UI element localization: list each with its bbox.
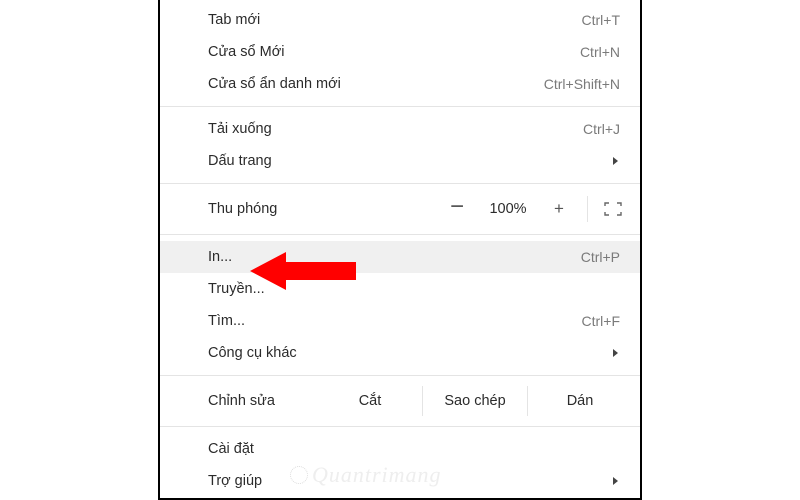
menu-item-help[interactable]: Trợ giúp: [160, 465, 640, 497]
menu-separator: [160, 234, 640, 235]
menu-separator: [160, 426, 640, 427]
browser-main-menu: Tab mới Ctrl+T Cửa sổ Mới Ctrl+N Cửa sổ …: [158, 0, 642, 500]
menu-item-label: Công cụ khác: [208, 345, 297, 361]
menu-item-shortcut: Ctrl+Shift+N: [544, 76, 620, 92]
menu-item-label: Cửa sổ ẩn danh mới: [208, 76, 341, 92]
zoom-in-button[interactable]: +: [537, 194, 581, 224]
menu-item-shortcut: Ctrl+F: [582, 313, 621, 329]
fullscreen-icon: [604, 202, 622, 216]
menu-item-label: Dấu trang: [208, 153, 272, 169]
edit-cut-button[interactable]: Cắt: [318, 386, 422, 416]
menu-separator: [160, 183, 640, 184]
menu-item-downloads[interactable]: Tải xuống Ctrl+J: [160, 113, 640, 145]
menu-item-more-tools[interactable]: Công cụ khác: [160, 337, 640, 369]
menu-item-bookmarks[interactable]: Dấu trang: [160, 145, 640, 177]
zoom-value: 100%: [479, 201, 537, 217]
menu-item-label: Cài đặt: [208, 441, 254, 457]
menu-item-label: Chỉnh sửa: [208, 393, 318, 409]
menu-item-shortcut: Ctrl+T: [582, 12, 621, 28]
menu-item-shortcut: Ctrl+P: [581, 249, 620, 265]
menu-item-label: In...: [208, 249, 232, 265]
menu-item-label: Trợ giúp: [208, 473, 262, 489]
menu-item-zoom: Thu phóng − 100% +: [160, 190, 640, 228]
menu-item-label: Tìm...: [208, 313, 245, 329]
menu-item-label: Tab mới: [208, 12, 260, 28]
zoom-controls: − 100% +: [435, 194, 632, 224]
menu-item-label: Tải xuống: [208, 121, 272, 137]
divider: [587, 196, 588, 222]
menu-item-label: Thu phóng: [208, 201, 435, 217]
menu-item-edit: Chỉnh sửa Cắt Sao chép Dán: [160, 382, 640, 420]
menu-item-label: Cửa sổ Mới: [208, 44, 284, 60]
menu-separator: [160, 375, 640, 376]
zoom-out-button[interactable]: −: [435, 192, 479, 222]
submenu-arrow-icon: [613, 157, 618, 165]
menu-item-settings[interactable]: Cài đặt: [160, 433, 640, 465]
edit-copy-button[interactable]: Sao chép: [422, 386, 527, 416]
submenu-arrow-icon: [613, 477, 618, 485]
edit-paste-button[interactable]: Dán: [527, 386, 632, 416]
menu-item-shortcut: Ctrl+J: [583, 121, 620, 137]
menu-item-incognito[interactable]: Cửa sổ ẩn danh mới Ctrl+Shift+N: [160, 68, 640, 100]
menu-item-new-tab[interactable]: Tab mới Ctrl+T: [160, 4, 640, 36]
menu-item-print[interactable]: In... Ctrl+P: [160, 241, 640, 273]
menu-item-new-window[interactable]: Cửa sổ Mới Ctrl+N: [160, 36, 640, 68]
menu-item-cast[interactable]: Truyền...: [160, 273, 640, 305]
menu-item-label: Truyền...: [208, 281, 265, 297]
menu-separator: [160, 106, 640, 107]
menu-item-shortcut: Ctrl+N: [580, 44, 620, 60]
menu-item-find[interactable]: Tìm... Ctrl+F: [160, 305, 640, 337]
submenu-arrow-icon: [613, 349, 618, 357]
fullscreen-button[interactable]: [594, 194, 632, 224]
